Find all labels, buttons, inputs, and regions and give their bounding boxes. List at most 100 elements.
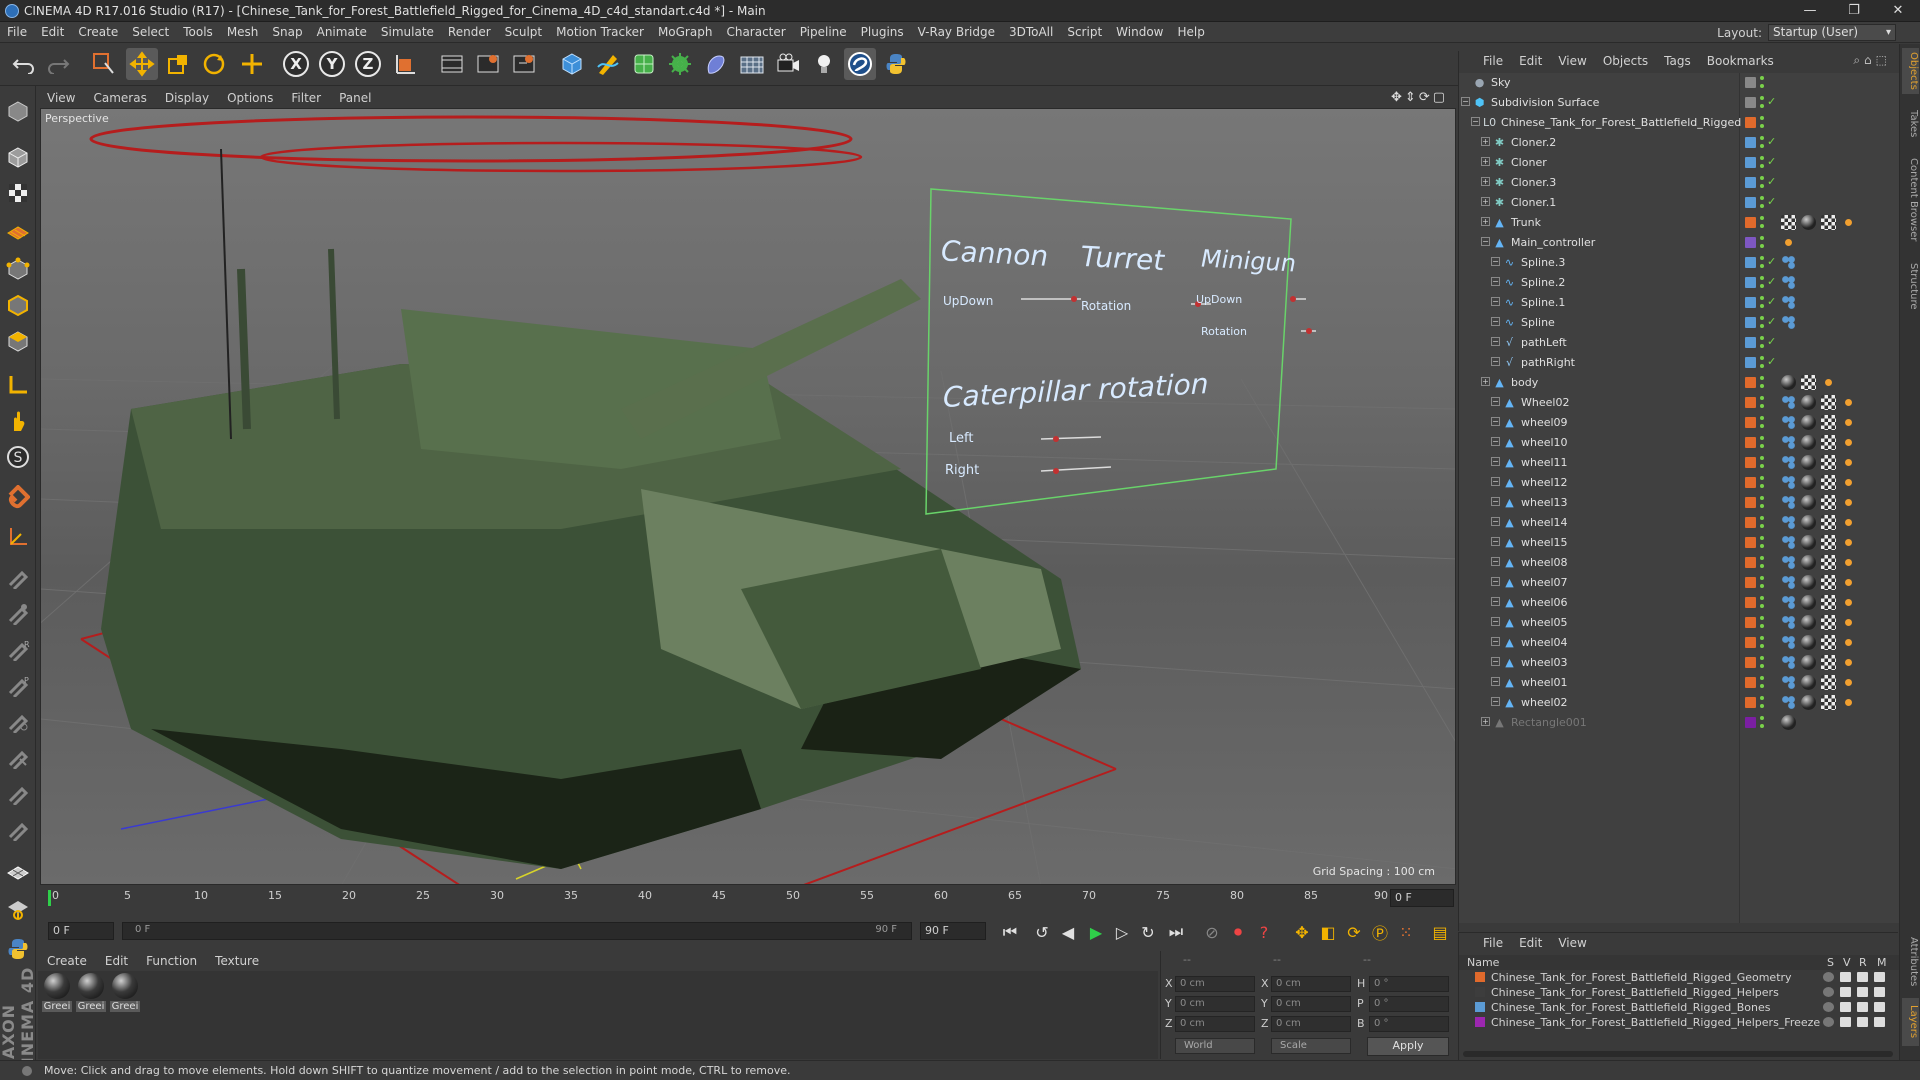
brush-tool-icon[interactable]	[3, 562, 33, 592]
texture-tag-icon[interactable]	[1821, 435, 1836, 450]
menu-script[interactable]: Script	[1060, 25, 1109, 39]
point-selection-tag-icon[interactable]	[1781, 475, 1796, 490]
tab-attributes[interactable]: Attributes	[1902, 932, 1919, 992]
enabled-check-icon[interactable]: ✓	[1767, 315, 1776, 328]
render-visibility-dot[interactable]	[1760, 164, 1764, 168]
cannon-controller-ring[interactable]	[89, 115, 853, 163]
editor-visibility-dot[interactable]	[1760, 96, 1764, 100]
tweak-mode-icon[interactable]	[3, 406, 33, 436]
enabled-check-icon[interactable]: ✓	[1767, 295, 1776, 308]
model-mode-icon[interactable]	[3, 142, 33, 172]
editor-visibility-dot[interactable]	[1760, 156, 1764, 160]
layer-color-swatch[interactable]	[1745, 597, 1756, 608]
render-visibility-dot[interactable]	[1760, 404, 1764, 408]
tab-layers[interactable]: Layers	[1902, 998, 1919, 1046]
next-key-icon[interactable]: ↻	[1136, 920, 1160, 944]
expand-toggle-icon[interactable]: −	[1491, 397, 1500, 406]
layer-color-swatch[interactable]	[1745, 437, 1756, 448]
z-axis-icon[interactable]: Z	[352, 48, 384, 80]
layer-color-swatch[interactable]	[1745, 297, 1756, 308]
object-row[interactable]: + ▲ body	[1459, 373, 1899, 393]
menu-character[interactable]: Character	[719, 25, 792, 39]
subdivision-icon[interactable]	[628, 48, 660, 80]
smear-tool-icon[interactable]	[3, 814, 33, 844]
objects-menu-edit[interactable]: Edit	[1511, 54, 1550, 68]
material-tag-icon[interactable]	[1801, 595, 1816, 610]
viewport-menu-cameras[interactable]: Cameras	[84, 91, 155, 105]
xpresso-tag-icon[interactable]	[1841, 435, 1856, 450]
menu-animate[interactable]: Animate	[310, 25, 374, 39]
menu-window[interactable]: Window	[1109, 25, 1170, 39]
render-view-icon[interactable]	[436, 48, 468, 80]
editor-visibility-dot[interactable]	[1760, 576, 1764, 580]
material-tag-icon[interactable]	[1801, 415, 1816, 430]
expand-toggle-icon[interactable]: +	[1481, 717, 1490, 726]
render-visibility-dot[interactable]	[1760, 264, 1764, 268]
material-tag-icon[interactable]	[1801, 535, 1816, 550]
material-tag-icon[interactable]	[1781, 375, 1796, 390]
xpresso-tag-icon[interactable]	[1841, 695, 1856, 710]
enabled-check-icon[interactable]: ✓	[1767, 175, 1776, 188]
render-visibility-dot[interactable]	[1760, 124, 1764, 128]
layer-color-swatch[interactable]	[1745, 137, 1756, 148]
layer-visible-toggle-icon[interactable]	[1840, 1002, 1851, 1012]
editor-visibility-dot[interactable]	[1760, 676, 1764, 680]
viewport-navigation-icons[interactable]: ✥⇕⟳▢	[1391, 90, 1448, 105]
object-row[interactable]: − ▲ wheel02	[1459, 693, 1899, 713]
expand-toggle-icon[interactable]: −	[1481, 237, 1490, 246]
editor-visibility-dot[interactable]	[1760, 556, 1764, 560]
polygons-mode-icon[interactable]	[3, 326, 33, 356]
editor-visibility-dot[interactable]	[1760, 216, 1764, 220]
render-visibility-dot[interactable]	[1760, 484, 1764, 488]
point-selection-tag-icon[interactable]	[1781, 675, 1796, 690]
menu-plugins[interactable]: Plugins	[854, 25, 911, 39]
object-row[interactable]: − √ pathLeft ✓	[1459, 333, 1899, 353]
material-tag-icon[interactable]	[1801, 435, 1816, 450]
viewport-menu-display[interactable]: Display	[156, 91, 218, 105]
material-tag-icon[interactable]	[1801, 615, 1816, 630]
render-visibility-dot[interactable]	[1760, 544, 1764, 548]
render-visibility-dot[interactable]	[1760, 304, 1764, 308]
material-tag-icon[interactable]	[1781, 715, 1796, 730]
size-y-field[interactable]: 0 cm	[1271, 996, 1351, 1012]
autokey-icon[interactable]: ⏺	[1226, 920, 1250, 944]
expand-toggle-icon[interactable]: −	[1491, 537, 1500, 546]
object-row[interactable]: − ▲ wheel15	[1459, 533, 1899, 553]
point-selection-tag-icon[interactable]	[1781, 435, 1796, 450]
layer-color-swatch[interactable]	[1745, 237, 1756, 248]
object-row[interactable]: − ▲ wheel07	[1459, 573, 1899, 593]
layout-dropdown[interactable]: Startup (User)	[1768, 24, 1896, 41]
texture-tag-icon[interactable]	[1821, 675, 1836, 690]
move-icon[interactable]	[126, 48, 158, 80]
point-selection-tag-icon[interactable]	[1781, 455, 1796, 470]
menu-mograph[interactable]: MoGraph	[651, 25, 720, 39]
editor-visibility-dot[interactable]	[1760, 76, 1764, 80]
preview-range-slider[interactable]: 0 F 90 F	[122, 922, 912, 940]
xpresso-tag-icon[interactable]	[1841, 415, 1856, 430]
object-row[interactable]: + ✱ Cloner.1 ✓	[1459, 193, 1899, 213]
editor-visibility-dot[interactable]	[1760, 456, 1764, 460]
render-visibility-dot[interactable]	[1760, 664, 1764, 668]
point-selection-tag-icon[interactable]	[1781, 295, 1796, 310]
points-mode-icon[interactable]	[3, 254, 33, 284]
layer-color-swatch[interactable]	[1745, 257, 1756, 268]
key-rotation-icon[interactable]: ⟳	[1342, 920, 1366, 944]
material-menu-create[interactable]: Create	[38, 954, 96, 968]
rotation-h-field[interactable]: 0 °	[1369, 976, 1449, 992]
expand-toggle-icon[interactable]: −	[1491, 437, 1500, 446]
render-visibility-dot[interactable]	[1760, 104, 1764, 108]
expand-toggle-icon[interactable]: −	[1491, 357, 1500, 366]
material-tag-icon[interactable]	[1801, 475, 1816, 490]
texture-tag-icon[interactable]	[1801, 375, 1816, 390]
expand-toggle-icon[interactable]: −	[1491, 297, 1500, 306]
texture-tag-icon[interactable]	[1821, 495, 1836, 510]
layer-color-swatch[interactable]	[1745, 417, 1756, 428]
size-x-field[interactable]: 0 cm	[1271, 976, 1351, 992]
object-row[interactable]: − ▲ Wheel02	[1459, 393, 1899, 413]
start-frame-field[interactable]: 0 F	[48, 922, 114, 940]
expand-toggle-icon[interactable]: +	[1481, 137, 1490, 146]
close-button[interactable]: ✕	[1876, 0, 1920, 22]
render-visibility-dot[interactable]	[1760, 724, 1764, 728]
xpresso-tag-icon[interactable]	[1841, 595, 1856, 610]
object-row[interactable]: − ▲ Main_controller	[1459, 233, 1899, 253]
